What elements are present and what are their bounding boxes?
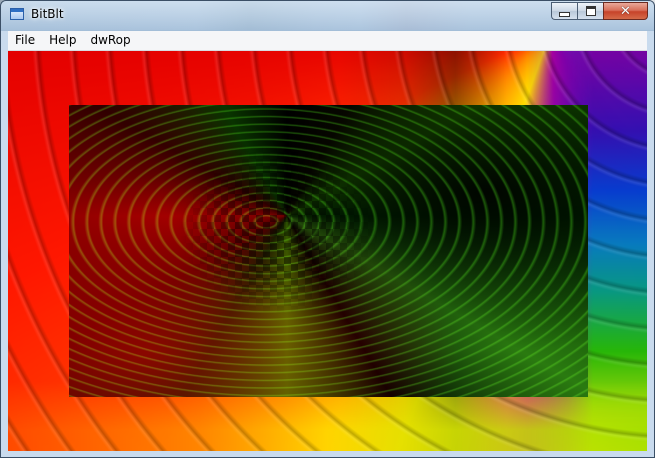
minimize-button[interactable]	[551, 2, 577, 20]
menu-bar: File Help dwRop	[8, 31, 647, 51]
bitblt-window: BitBlt ✕ File Help dwRop	[0, 0, 655, 458]
maximize-button[interactable]	[577, 2, 603, 20]
minimize-icon	[559, 12, 570, 17]
title-bar[interactable]: BitBlt ✕	[1, 1, 654, 31]
blit-region	[69, 105, 588, 397]
window-title: BitBlt	[31, 7, 64, 21]
close-button[interactable]: ✕	[603, 2, 648, 20]
window-icon[interactable]	[10, 8, 24, 20]
close-icon: ✕	[620, 3, 631, 19]
maximize-icon	[585, 6, 596, 16]
menu-file[interactable]: File	[8, 31, 42, 50]
caption-buttons: ✕	[551, 2, 648, 21]
menu-dwrop[interactable]: dwRop	[83, 31, 137, 50]
client-area[interactable]	[8, 51, 647, 451]
blit-checker-pattern	[179, 145, 379, 315]
menu-help[interactable]: Help	[42, 31, 83, 50]
